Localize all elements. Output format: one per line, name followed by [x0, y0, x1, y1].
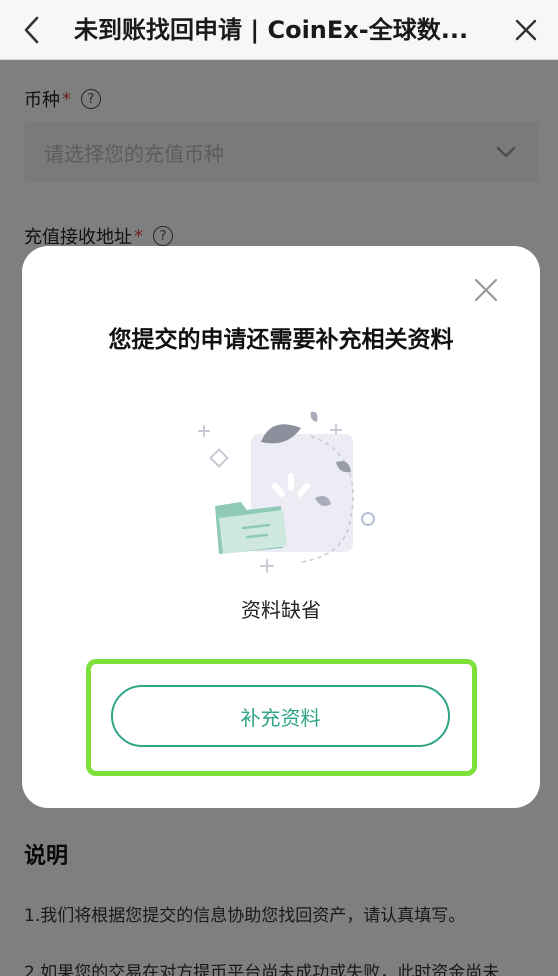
supplement-dialog: 您提交的申请还需要补充相关资料 资料缺省 补充资料	[22, 246, 540, 808]
close-icon	[474, 278, 498, 302]
top-bar: 未到账找回申请 | CoinEx-全球数...	[0, 0, 558, 60]
missing-documents-illustration	[198, 411, 375, 573]
supplement-docs-button[interactable]: 补充资料	[111, 685, 450, 747]
dialog-title: 您提交的申请还需要补充相关资料	[108, 327, 454, 353]
status-text: 资料缺省	[241, 598, 321, 622]
close-button[interactable]	[508, 12, 544, 48]
back-button[interactable]	[14, 12, 50, 48]
page-title: 未到账找回申请 | CoinEx-全球数...	[74, 16, 469, 44]
close-icon	[515, 19, 537, 41]
chevron-left-icon	[24, 16, 39, 44]
dialog-close-button[interactable]	[472, 276, 500, 304]
